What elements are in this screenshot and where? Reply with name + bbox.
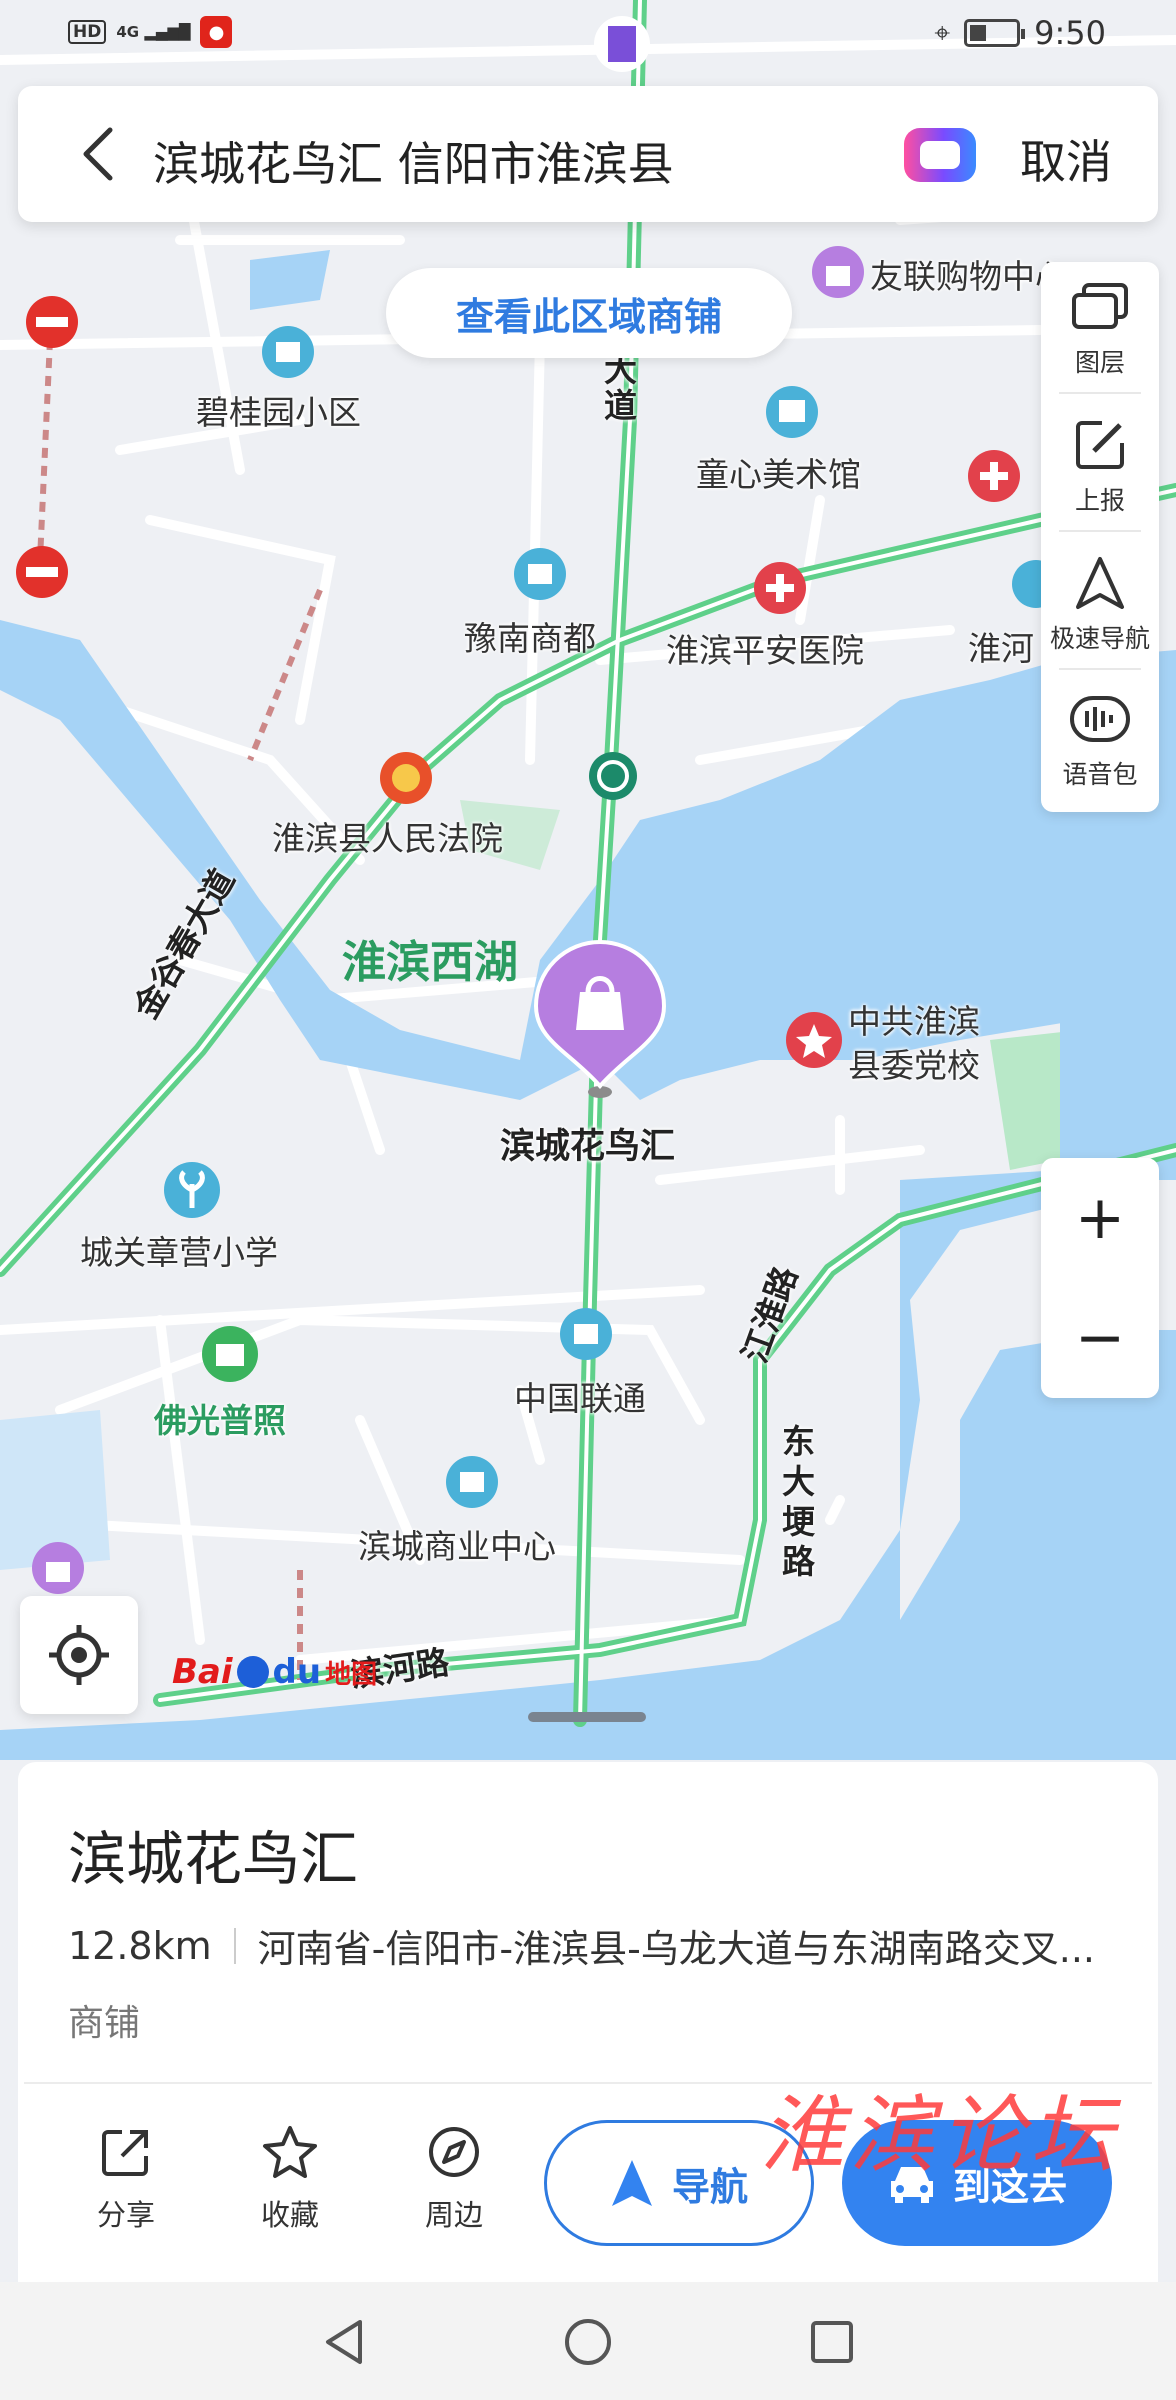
poi-label-court[interactable]: 淮滨县人民法院 [272,812,503,860]
nearby-button[interactable]: 周边 [394,2124,514,2234]
voice-pack-icon [1069,691,1131,747]
recents-square-icon[interactable] [802,2312,862,2372]
tool-layers[interactable]: 图层 [1041,264,1159,394]
battery-icon [964,19,1026,47]
zoom-out-button[interactable]: − [1041,1278,1159,1398]
tool-fast-navigation[interactable]: 极速导航 [1041,540,1159,670]
map-tools-panel: 图层 上报 极速导航 语音包 [1041,262,1159,812]
bank-icon [589,752,637,800]
place-name: 滨城花鸟汇 [68,1825,359,1893]
poi-label-tongxin[interactable]: 童心美术馆 [696,448,861,496]
poi-label-foguang[interactable]: 佛光普照 [154,1394,286,1442]
court-emblem-icon [380,752,432,804]
search-query[interactable]: 滨城花鸟汇 信阳市淮滨县 [153,128,674,194]
hd-badge: HD [68,20,107,44]
no-entry-icon [16,546,68,598]
hospital-icon [968,450,1020,502]
back-triangle-icon[interactable] [314,2312,374,2372]
layers-icon [1069,279,1131,335]
poi-label-commerce[interactable]: 滨城商业中心 [358,1520,556,1568]
tool-report[interactable]: 上报 [1041,402,1159,532]
poi-label-youlian[interactable]: 友联购物中心 [870,250,1068,298]
zoom-in-button[interactable]: + [1041,1158,1159,1278]
map-canvas[interactable]: 友联购物中心 碧桂园小区 童心美术馆 豫南商都 淮滨平安医院 淮河 淮滨县人民法… [0,0,1176,1760]
selected-pin-label[interactable]: 滨城花鸟汇 [500,1118,675,1169]
fast-navigation-icon [1069,555,1131,611]
school-icon [164,1162,220,1218]
hospital-icon [754,562,806,614]
share-icon [102,2130,148,2176]
place-distance: 12.8km [68,1923,212,1968]
signal-icon: 4G ▂▄▆█ [116,23,191,41]
search-bar: 滨城花鸟汇 信阳市淮滨县 取消 [18,86,1158,222]
status-bar: HD 4G ▂▄▆█ ● ⌖ 9:50 [0,0,1176,72]
building-icon [446,1456,498,1508]
location-icon: ⌖ [934,16,951,49]
poi-label-huaihe[interactable]: 淮河 [968,622,1034,670]
unicom-icon [560,1308,612,1360]
poi-label-pingan[interactable]: 淮滨平安医院 [666,624,864,672]
no-entry-icon [26,296,78,348]
place-address: 河南省-信阳市-淮滨县-乌龙大道与东湖南路交叉... [257,1927,1096,1971]
baidu-map-logo: Bai du 地图 [172,1652,378,1692]
place-detail-card: 滨城花鸟汇 12.8km 河南省-信阳市-淮滨县-乌龙大道与东湖南路交叉... … [18,1762,1158,2282]
shopping-bag-icon [812,246,864,298]
drag-handle[interactable] [528,1712,646,1722]
shopping-bag-icon [32,1542,84,1594]
building-icon [262,326,314,378]
favorite-button[interactable]: 收藏 [230,2124,350,2234]
poi-label-party-school[interactable]: 中共淮滨 县委党校 [848,1000,980,1088]
compass-icon [429,2127,479,2177]
share-button[interactable]: 分享 [66,2124,186,2234]
road-label-dongdageng: 东大埂路 [782,1422,815,1581]
crosshair-icon [49,1625,109,1685]
navigation-arrow-icon [611,2160,652,2206]
road-label-dadao: 大 道 [604,350,637,425]
my-location-button[interactable] [20,1596,138,1714]
tool-voice-pack[interactable]: 语音包 [1041,676,1159,806]
paw-icon [236,1656,269,1688]
poi-label-chengguan[interactable]: 城关章营小学 [80,1226,278,1274]
star-icon [263,2126,317,2178]
poi-label-biguiyuan[interactable]: 碧桂园小区 [196,386,361,434]
selected-location-pin [533,940,667,1098]
watermark: 淮滨论坛 [760,2086,1121,2184]
view-area-shops-button[interactable]: 查看此区域商铺 [386,268,792,358]
system-navigation-bar [0,2282,1176,2400]
building-icon [514,548,566,600]
temple-icon [202,1326,258,1382]
poi-label-unicom[interactable]: 中国联通 [514,1372,646,1420]
map-app-screen: 友联购物中心 碧桂园小区 童心美术馆 豫南商都 淮滨平安医院 淮河 淮滨县人民法… [0,0,1176,2400]
lake-label: 淮滨西湖 [342,937,518,988]
party-school-star-icon [786,1012,842,1068]
report-edit-icon [1069,417,1131,473]
home-circle-icon[interactable] [558,2312,618,2372]
poi-label-yunan[interactable]: 豫南商都 [464,612,596,660]
clock: 9:50 [1034,14,1106,52]
place-meta: 12.8km 河南省-信阳市-淮滨县-乌龙大道与东湖南路交叉... [68,1918,1095,1973]
place-category: 商铺 [68,2003,141,2044]
voice-assistant-icon[interactable] [904,128,976,182]
cancel-button[interactable]: 取消 [1020,126,1112,192]
back-chevron-icon[interactable] [68,122,128,186]
museum-icon [766,386,818,438]
microphone-icon: ● [200,16,233,48]
zoom-controls: + − [1041,1158,1159,1398]
